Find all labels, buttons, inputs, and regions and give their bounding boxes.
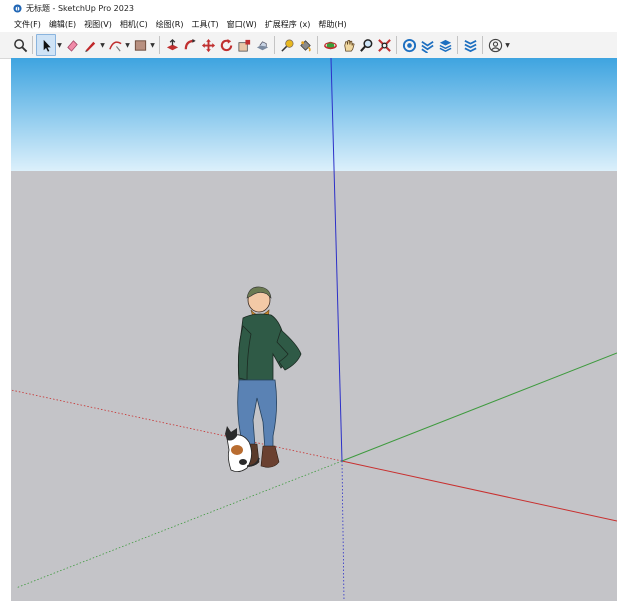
- tape-measure-tool-button[interactable]: [278, 35, 296, 55]
- search-button[interactable]: [11, 35, 29, 55]
- zoom-icon: [359, 38, 372, 52]
- user-account-dropdown-arrow[interactable]: ▼: [504, 35, 511, 55]
- rotate-icon: [220, 38, 232, 51]
- eraser-icon: [66, 39, 78, 52]
- toolbar-separator: [274, 36, 275, 54]
- modeling-viewport[interactable]: [11, 58, 617, 601]
- follow-me-icon: [184, 38, 196, 49]
- menu-file[interactable]: 文件(F): [10, 19, 45, 30]
- menu-extensions[interactable]: 扩展程序 (x): [261, 19, 315, 30]
- pan-tool-button[interactable]: [339, 35, 357, 55]
- zoom-extents-icon: [377, 38, 391, 52]
- pan-icon: [343, 39, 355, 51]
- menu-draw[interactable]: 绘图(R): [152, 19, 188, 30]
- scene-canvas: [11, 58, 617, 601]
- zoom-tool-button[interactable]: [357, 35, 375, 55]
- ground-plane: [11, 171, 617, 601]
- shape-dropdown-arrow[interactable]: ▼: [149, 35, 156, 55]
- select-dropdown-arrow[interactable]: ▼: [56, 35, 63, 55]
- layout-button[interactable]: [436, 35, 454, 55]
- arc-tool-button[interactable]: [106, 35, 124, 55]
- shape-tool-button[interactable]: [131, 35, 149, 55]
- toolbar-separator: [317, 36, 318, 54]
- arc-dropdown-arrow[interactable]: ▼: [124, 35, 131, 55]
- offset-tool-button[interactable]: [253, 35, 271, 55]
- 3d-warehouse-icon: [402, 38, 416, 52]
- toolbar-separator: [159, 36, 160, 54]
- extension-manager-button[interactable]: [461, 35, 479, 55]
- paint-bucket-tool-button[interactable]: [296, 35, 314, 55]
- zoom-extents-tool-button[interactable]: [375, 35, 393, 55]
- main-toolbar: ▼ ▼ ▼ ▼ ▼: [0, 32, 617, 59]
- menu-window[interactable]: 窗口(W): [223, 19, 261, 30]
- title-bar: 无标题 - SketchUp Pro 2023: [0, 0, 617, 16]
- select-tool-button[interactable]: [36, 34, 56, 56]
- 3d-warehouse-button[interactable]: [400, 35, 418, 55]
- line-tool-button[interactable]: [81, 35, 99, 55]
- menu-camera[interactable]: 相机(C): [116, 19, 152, 30]
- toolbar-separator: [482, 36, 483, 54]
- menu-view[interactable]: 视图(V): [80, 19, 116, 30]
- paint-bucket-icon: [299, 39, 311, 52]
- user-account-button[interactable]: [486, 35, 504, 55]
- layout-icon: [439, 39, 451, 52]
- move-tool-button[interactable]: [199, 35, 217, 55]
- orbit-tool-button[interactable]: [321, 35, 339, 55]
- arc-icon: [108, 40, 122, 51]
- sky: [11, 58, 617, 171]
- window-title: 无标题 - SketchUp Pro 2023: [26, 3, 134, 13]
- rotate-tool-button[interactable]: [217, 35, 235, 55]
- menu-tools[interactable]: 工具(T): [188, 19, 223, 30]
- select-arrow-icon: [43, 39, 51, 52]
- extension-warehouse-button[interactable]: [418, 35, 436, 55]
- push-pull-tool-button[interactable]: [163, 35, 181, 55]
- eraser-tool-button[interactable]: [63, 35, 81, 55]
- offset-icon: [256, 40, 268, 50]
- menu-bar: 文件(F) 编辑(E) 视图(V) 相机(C) 绘图(R) 工具(T) 窗口(W…: [0, 16, 617, 32]
- orbit-icon: [323, 41, 337, 49]
- push-pull-icon: [166, 38, 178, 50]
- menu-edit[interactable]: 编辑(E): [45, 19, 80, 30]
- sketchup-logo-icon: [13, 3, 22, 13]
- line-dropdown-arrow[interactable]: ▼: [99, 35, 106, 55]
- toolbar-separator: [32, 36, 33, 54]
- toolbar-separator: [457, 36, 458, 54]
- rectangle-shape-icon: [134, 39, 146, 51]
- tape-measure-icon: [280, 39, 293, 52]
- search-icon: [13, 38, 27, 52]
- scale-tool-button[interactable]: [235, 35, 253, 55]
- toolbar-separator: [396, 36, 397, 54]
- extension-warehouse-icon: [420, 40, 434, 53]
- extension-manager-icon: [463, 39, 477, 52]
- menu-help[interactable]: 帮助(H): [314, 19, 350, 30]
- follow-me-tool-button[interactable]: [181, 35, 199, 55]
- scale-icon: [238, 39, 250, 51]
- move-icon: [201, 38, 215, 52]
- user-account-icon: [488, 38, 502, 52]
- pencil-line-icon: [84, 41, 95, 52]
